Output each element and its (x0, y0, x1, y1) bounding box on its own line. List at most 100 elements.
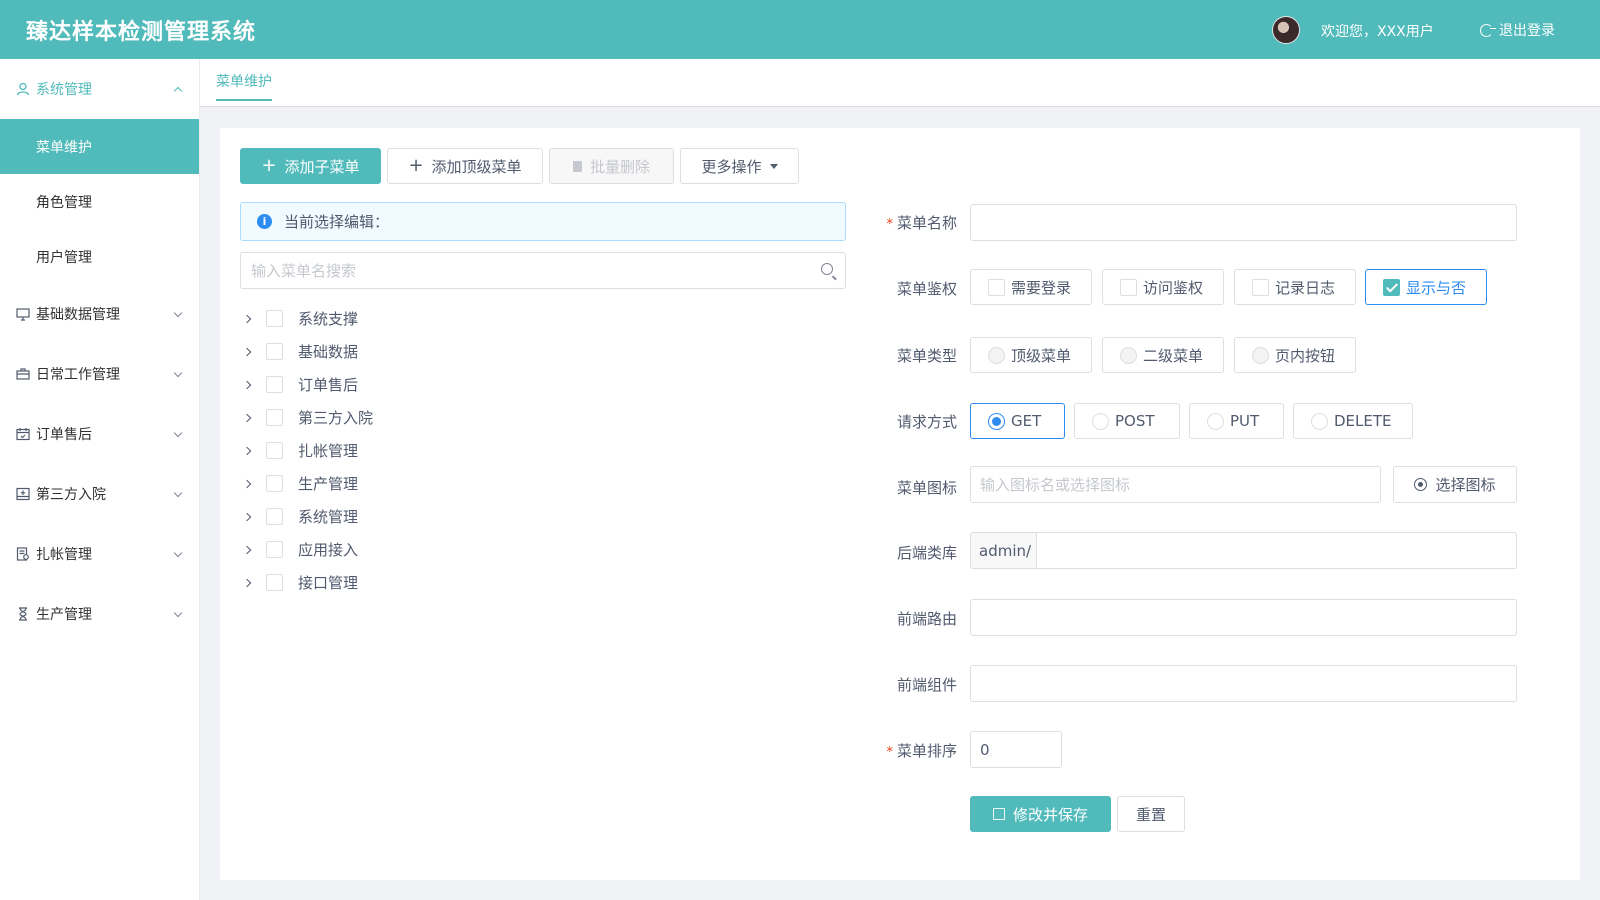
tree-node-checkbox[interactable] (266, 574, 283, 591)
method-delete-radio[interactable]: DELETE (1293, 403, 1413, 439)
radio-label: POST (1115, 412, 1155, 430)
select-icon-button[interactable]: 选择图标 (1393, 466, 1517, 503)
tree-node-checkbox[interactable] (266, 343, 283, 360)
method-get-radio[interactable]: GET (970, 403, 1065, 439)
more-actions-dropdown[interactable]: 更多操作 (680, 148, 799, 184)
frontend-component-input[interactable] (971, 666, 1516, 701)
sidebar-group-ledger[interactable]: 扎帐管理 (0, 524, 199, 584)
tab-menu-maintenance[interactable]: 菜单维护 (216, 71, 272, 101)
sidebar-group-orders[interactable]: 订单售后 (0, 404, 199, 464)
chevron-right-icon[interactable] (242, 347, 252, 356)
chevron-down-icon (173, 308, 183, 318)
method-post-radio[interactable]: POST (1074, 403, 1180, 439)
secondary-menu-radio[interactable]: 二级菜单 (1102, 337, 1224, 373)
chevron-down-icon (173, 368, 183, 378)
tree-node-label[interactable]: 应用接入 (298, 539, 358, 560)
require-login-checkbox[interactable]: 需要登录 (970, 269, 1092, 305)
method-put-radio[interactable]: PUT (1189, 403, 1284, 439)
sidebar-group-system[interactable]: 系统管理 (0, 59, 199, 119)
sidebar-group-basic-data[interactable]: 基础数据管理 (0, 284, 199, 344)
tree-node-label[interactable]: 生产管理 (298, 473, 358, 494)
required-mark: * (886, 217, 893, 232)
checkbox-label: 记录日志 (1275, 278, 1336, 297)
tree-node-checkbox[interactable] (266, 376, 283, 393)
sidebar-item-label: 角色管理 (36, 194, 92, 211)
tree-node-checkbox[interactable] (266, 508, 283, 525)
menu-icon-input[interactable] (971, 467, 1380, 502)
tree-node-label[interactable]: 订单售后 (298, 374, 358, 395)
radio-circle (1207, 412, 1224, 430)
app-title: 臻达样本检测管理系统 (26, 20, 257, 45)
sidebar-item-menu[interactable]: 菜单维护 (0, 119, 199, 174)
sidebar-group-third-party[interactable]: 第三方入院 (0, 464, 199, 524)
sidebar-group-label: 第三方入院 (36, 487, 106, 503)
record-log-checkbox[interactable]: 记录日志 (1234, 269, 1356, 305)
tree-node-label[interactable]: 接口管理 (298, 572, 358, 593)
tree-node-checkbox[interactable] (266, 442, 283, 459)
user-avatar[interactable] (1272, 16, 1300, 44)
access-auth-checkbox[interactable]: 访问鉴权 (1102, 269, 1224, 305)
chevron-down-icon (173, 488, 183, 498)
backend-prefix: admin/ (970, 532, 1036, 569)
search-icon[interactable] (821, 263, 833, 275)
plus-icon: + (408, 155, 424, 176)
chevron-right-icon[interactable] (242, 479, 252, 488)
tree-node-checkbox[interactable] (266, 541, 283, 558)
label-text: 菜单排序 (896, 742, 957, 760)
caret-down-icon (769, 163, 778, 169)
menu-auth-label: 菜单鉴权 (896, 280, 957, 298)
calendar-icon (16, 427, 30, 441)
menu-sort-input[interactable] (971, 732, 1061, 767)
menu-type-label: 菜单类型 (896, 347, 957, 365)
check-icon (1383, 278, 1400, 296)
logout-button[interactable]: 退出登录 (1480, 20, 1555, 40)
tree-node-label[interactable]: 基础数据 (298, 341, 358, 362)
sidebar-item-users[interactable]: 用户管理 (0, 229, 199, 284)
menu-search-input[interactable] (241, 253, 845, 288)
chevron-right-icon[interactable] (242, 314, 252, 323)
menu-name-field (970, 204, 1517, 241)
tree-node: 接口管理 (240, 566, 800, 599)
radio-circle (1092, 412, 1109, 430)
logout-label: 退出登录 (1499, 23, 1555, 39)
tree-node-label[interactable]: 系统管理 (298, 506, 358, 527)
tab-bar: 菜单维护 (200, 59, 1600, 107)
tree-node-checkbox[interactable] (266, 409, 283, 426)
top-menu-radio[interactable]: 顶级菜单 (970, 337, 1092, 373)
tree-node-label[interactable]: 扎帐管理 (298, 440, 358, 461)
chevron-right-icon[interactable] (242, 545, 252, 554)
top-bar: 臻达样本检测管理系统 欢迎您，XXX用户 退出登录 (0, 0, 1600, 59)
sidebar-group-label: 生产管理 (36, 607, 92, 623)
logout-icon (1480, 23, 1496, 37)
chevron-right-icon[interactable] (242, 413, 252, 422)
in-page-button-radio[interactable]: 页内按钮 (1234, 337, 1356, 373)
chevron-right-icon[interactable] (242, 578, 252, 587)
add-top-menu-button[interactable]: + 添加顶级菜单 (387, 148, 543, 184)
save-button[interactable]: 修改并保存 (970, 796, 1111, 832)
show-or-not-checkbox[interactable]: 显示与否 (1365, 269, 1487, 305)
chevron-right-icon[interactable] (242, 446, 252, 455)
radio-circle (988, 412, 1005, 430)
backend-class-input[interactable] (1037, 533, 1516, 568)
tree-node-checkbox[interactable] (266, 475, 283, 492)
tree-node-checkbox[interactable] (266, 310, 283, 327)
sidebar-group-daily-work[interactable]: 日常工作管理 (0, 344, 199, 404)
frontend-component-field (970, 665, 1517, 702)
sidebar-item-roles[interactable]: 角色管理 (0, 174, 199, 229)
tree-node-label[interactable]: 第三方入院 (298, 407, 373, 428)
menu-sort-field (970, 731, 1062, 768)
welcome-text: 欢迎您，XXX用户 (1321, 24, 1434, 40)
add-child-menu-button[interactable]: + 添加子菜单 (240, 148, 381, 184)
sidebar-group-production[interactable]: 生产管理 (0, 584, 199, 644)
sidebar-group-label: 扎帐管理 (36, 547, 92, 563)
chevron-right-icon[interactable] (242, 380, 252, 389)
target-icon (1414, 478, 1428, 491)
chevron-right-icon[interactable] (242, 512, 252, 521)
tree-node-label[interactable]: 系统支撑 (298, 308, 358, 329)
reset-button[interactable]: 重置 (1117, 796, 1185, 832)
batch-delete-button[interactable]: 批量删除 (549, 148, 674, 184)
button-label: 修改并保存 (1012, 805, 1088, 824)
frontend-route-input[interactable] (971, 600, 1516, 635)
radio-label: 顶级菜单 (1011, 346, 1072, 365)
menu-name-input[interactable] (971, 205, 1516, 240)
